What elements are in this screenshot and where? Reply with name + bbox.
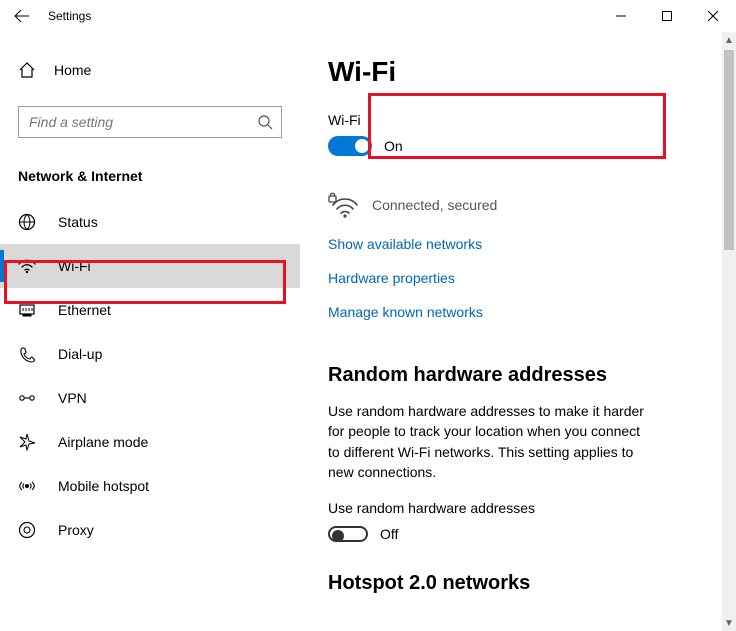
connection-status: Connected, secured (372, 197, 497, 213)
sidebar-item-vpn[interactable]: VPN (0, 376, 300, 420)
dialup-icon (18, 345, 36, 363)
scroll-down-arrow-icon[interactable]: ▼ (722, 615, 736, 631)
random-hw-toggle[interactable] (328, 526, 368, 542)
wifi-toggle[interactable] (328, 136, 372, 156)
sidebar-item-ethernet[interactable]: Ethernet (0, 288, 300, 332)
sidebar-item-status[interactable]: Status (0, 200, 300, 244)
proxy-icon (18, 521, 36, 539)
link-manage-known-networks[interactable]: Manage known networks (328, 304, 700, 320)
home-button[interactable]: Home (0, 50, 300, 90)
sidebar-item-label: Mobile hotspot (58, 478, 149, 494)
sidebar-item-label: Proxy (58, 522, 94, 538)
window-title: Settings (44, 9, 598, 23)
sidebar-item-hotspot[interactable]: Mobile hotspot (0, 464, 300, 508)
search-icon (257, 114, 273, 130)
close-button[interactable] (690, 0, 736, 32)
sidebar-item-label: Ethernet (58, 302, 111, 318)
home-label: Home (54, 62, 91, 78)
link-hardware-properties[interactable]: Hardware properties (328, 270, 700, 286)
random-hw-body: Use random hardware addresses to make it… (328, 401, 648, 482)
sidebar-item-dialup[interactable]: Dial-up (0, 332, 300, 376)
scrollbar-thumb[interactable] (724, 50, 734, 250)
sidebar-item-label: Dial-up (58, 346, 102, 362)
random-hw-toggle-state: Off (380, 526, 398, 542)
ethernet-icon (18, 301, 36, 319)
random-hw-toggle-label: Use random hardware addresses (328, 500, 700, 516)
airplane-icon (18, 433, 36, 451)
scrollbar-track[interactable]: ▲ ▼ (722, 32, 736, 631)
wifi-toggle-label: Wi-Fi (328, 112, 628, 128)
search-box[interactable] (18, 106, 282, 138)
page-title: Wi-Fi (328, 56, 700, 88)
back-button[interactable] (0, 0, 44, 32)
scroll-up-arrow-icon[interactable]: ▲ (722, 32, 736, 48)
category-heading: Network & Internet (18, 168, 300, 184)
wifi-icon (18, 257, 36, 275)
minimize-button[interactable] (598, 0, 644, 32)
content-pane: Wi-Fi Wi-Fi On Connected, secured Show a… (300, 32, 736, 631)
status-icon (18, 213, 36, 231)
hotspot-heading: Hotspot 2.0 networks (328, 572, 700, 595)
search-input[interactable] (27, 113, 257, 131)
sidebar-item-airplane[interactable]: Airplane mode (0, 420, 300, 464)
minimize-icon (616, 11, 626, 21)
home-icon (18, 61, 36, 79)
sidebar: Home Network & Internet Status Wi-Fi (0, 32, 300, 631)
sidebar-item-label: Airplane mode (58, 434, 148, 450)
wifi-secured-icon (328, 192, 358, 218)
hotspot-icon (18, 477, 36, 495)
wifi-toggle-state: On (384, 138, 403, 154)
sidebar-item-label: Wi-Fi (58, 258, 91, 274)
maximize-icon (662, 11, 672, 21)
maximize-button[interactable] (644, 0, 690, 32)
wifi-toggle-group: Wi-Fi On (328, 112, 628, 156)
link-show-networks[interactable]: Show available networks (328, 236, 700, 252)
random-hw-heading: Random hardware addresses (328, 364, 700, 387)
sidebar-item-label: Status (58, 214, 98, 230)
sidebar-item-proxy[interactable]: Proxy (0, 508, 300, 552)
sidebar-item-label: VPN (58, 390, 87, 406)
close-icon (708, 11, 718, 21)
vpn-icon (18, 389, 36, 407)
sidebar-item-wifi[interactable]: Wi-Fi (0, 244, 300, 288)
back-arrow-icon (14, 8, 30, 24)
current-network-row[interactable]: Connected, secured (328, 192, 700, 218)
